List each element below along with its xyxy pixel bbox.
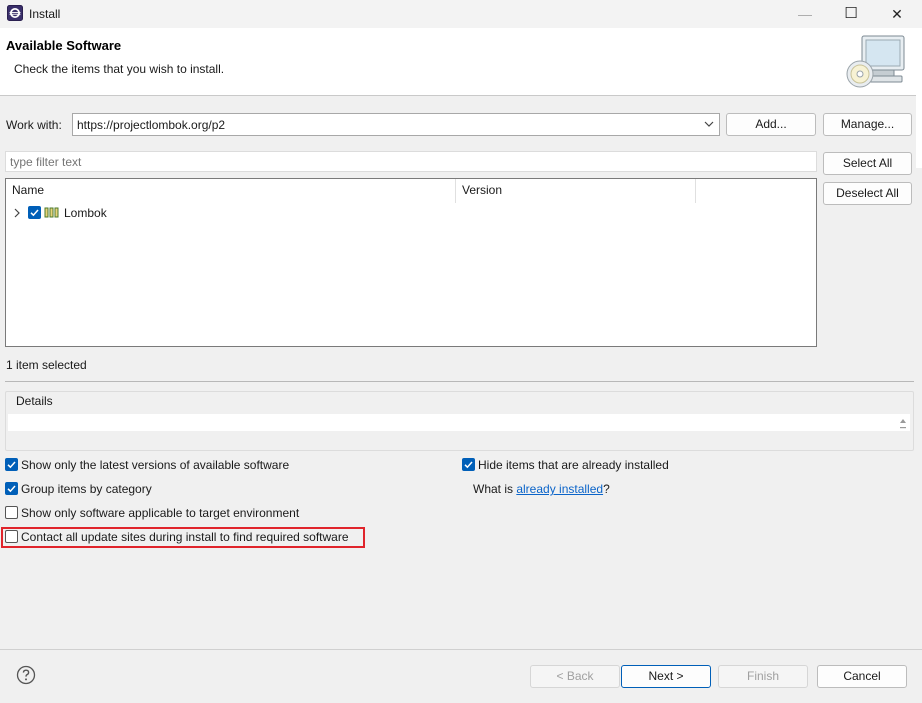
back-button[interactable]: < Back	[530, 665, 620, 688]
work-with-value: https://projectlombok.org/p2	[77, 118, 226, 132]
next-button[interactable]: Next >	[621, 665, 711, 688]
title-bar: Install — ☐ ✕	[0, 0, 922, 28]
add-site-button[interactable]: Add...	[726, 113, 816, 136]
select-all-button[interactable]: Select All	[823, 152, 912, 175]
applicable-only-label[interactable]: Show only software applicable to target …	[21, 506, 299, 520]
checkmark-icon	[464, 461, 473, 469]
column-separator	[695, 179, 696, 203]
filter-input[interactable]	[5, 151, 817, 172]
finish-button[interactable]: Finish	[718, 665, 808, 688]
what-is-installed-text: What is already installed?	[473, 482, 610, 496]
scroll-arrows-icon[interactable]	[898, 416, 908, 432]
contact-update-sites-checkbox[interactable]	[5, 530, 18, 543]
latest-versions-label[interactable]: Show only the latest versions of availab…	[21, 458, 289, 472]
feature-group-icon	[44, 207, 59, 218]
checkmark-icon	[7, 485, 16, 493]
minimize-button[interactable]: —	[782, 0, 828, 28]
latest-versions-checkbox[interactable]	[5, 458, 18, 471]
window-title: Install	[29, 7, 61, 21]
column-header-version[interactable]: Version	[462, 183, 502, 197]
dialog-banner: Available Software Check the items that …	[0, 28, 922, 96]
maximize-button[interactable]: ☐	[828, 0, 874, 28]
divider	[5, 381, 914, 382]
banner-title: Available Software	[6, 38, 122, 53]
eclipse-app-icon	[7, 5, 23, 21]
group-by-category-checkbox[interactable]	[5, 482, 18, 495]
group-by-category-label[interactable]: Group items by category	[21, 482, 152, 496]
checkmark-icon	[7, 461, 16, 469]
what-is-suffix: ?	[603, 482, 610, 496]
hide-installed-checkbox[interactable]	[462, 458, 475, 471]
column-separator	[455, 179, 456, 203]
details-group: Details	[5, 391, 914, 451]
work-with-combo[interactable]: https://projectlombok.org/p2	[72, 113, 720, 136]
banner-description: Check the items that you wish to install…	[14, 62, 225, 76]
install-wizard-icon	[846, 35, 905, 88]
chevron-down-icon[interactable]	[703, 117, 715, 131]
manage-sites-button[interactable]: Manage...	[823, 113, 912, 136]
deselect-all-button[interactable]: Deselect All	[823, 182, 912, 205]
contact-update-sites-label[interactable]: Contact all update sites during install …	[21, 530, 349, 544]
selection-status: 1 item selected	[6, 358, 87, 372]
tree-item-label: Lombok	[64, 206, 107, 220]
chevron-right-icon[interactable]	[13, 208, 21, 218]
already-installed-link[interactable]: already installed	[516, 482, 603, 496]
what-is-prefix: What is	[473, 482, 517, 496]
details-text-area[interactable]	[8, 414, 910, 431]
details-title: Details	[14, 394, 55, 408]
help-icon[interactable]	[16, 665, 36, 685]
column-header-name[interactable]: Name	[12, 183, 44, 197]
cancel-button[interactable]: Cancel	[817, 665, 907, 688]
checkmark-icon	[30, 209, 39, 217]
work-with-label: Work with:	[6, 118, 62, 132]
software-tree[interactable]: Name Version Lombok	[5, 178, 817, 347]
tree-row[interactable]: Lombok	[6, 203, 816, 223]
hide-installed-label[interactable]: Hide items that are already installed	[478, 458, 669, 472]
lombok-checkbox[interactable]	[28, 206, 41, 219]
applicable-only-checkbox[interactable]	[5, 506, 18, 519]
window-edge	[916, 28, 922, 168]
footer-divider	[0, 649, 922, 650]
close-button[interactable]: ✕	[874, 0, 920, 28]
